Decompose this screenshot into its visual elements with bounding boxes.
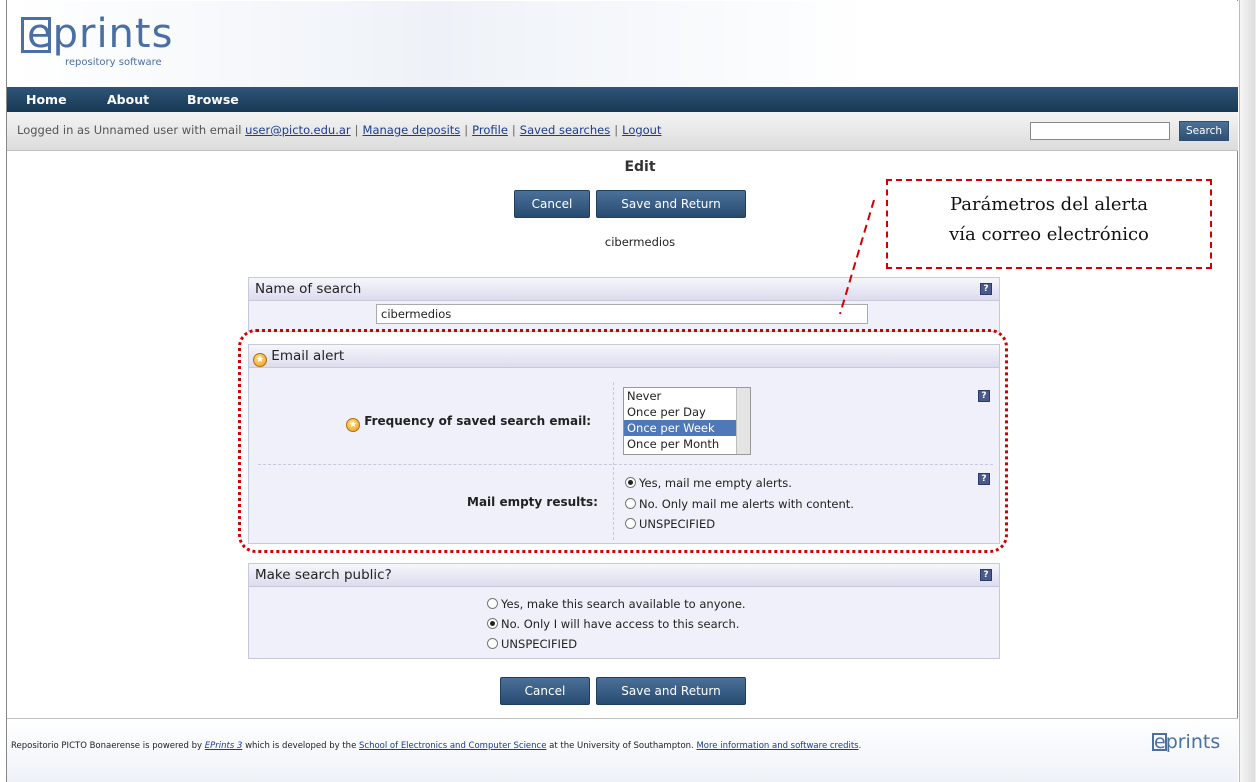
make-public-panel: Make search public? ? [248, 563, 1000, 659]
scrollbar-thumb[interactable] [1240, 0, 1255, 782]
email-alert-highlight [238, 329, 1008, 553]
site-search-input[interactable] [1030, 122, 1170, 140]
annotation-connector [839, 199, 875, 315]
main-nav: Home About Browse [7, 87, 1238, 112]
saved-searches-link[interactable]: Saved searches [520, 123, 610, 137]
site-footer: Repositorio PICTO Bonaerense is powered … [7, 718, 1238, 782]
public-unspecified[interactable]: UNSPECIFIED [487, 637, 577, 651]
logged-in-text: Logged in as Unnamed user with email [17, 123, 242, 137]
manage-deposits-link[interactable]: Manage deposits [363, 123, 461, 137]
name-panel-title: Name of search [255, 281, 362, 297]
annotation-line-2: vía correo electrónico [949, 224, 1149, 245]
help-icon[interactable]: ? [980, 569, 992, 581]
ecs-link[interactable]: School of Electronics and Computer Scien… [359, 741, 546, 751]
logo-subtitle: repository software [65, 57, 162, 68]
eprints-logo[interactable]: eprints repository software [21, 11, 181, 71]
user-links: Logged in as Unnamed user with email use… [17, 123, 662, 137]
public-no[interactable]: No. Only I will have access to this sear… [487, 617, 739, 631]
nav-about[interactable]: About [107, 92, 149, 107]
radio-selected-icon[interactable] [487, 618, 498, 629]
credits-link[interactable]: More information and software credits [696, 741, 858, 751]
page-title: Edit [624, 159, 656, 175]
eprints3-link[interactable]: EPrints 3 [205, 741, 243, 751]
cancel-button-top[interactable]: Cancel [514, 190, 590, 218]
logout-link[interactable]: Logout [622, 123, 661, 137]
save-return-button-bottom[interactable]: Save and Return [596, 677, 746, 705]
footer-text: Repositorio PICTO Bonaerense is powered … [11, 741, 862, 751]
public-yes[interactable]: Yes, make this search available to anyon… [487, 597, 746, 611]
public-panel-header: Make search public? ? [249, 564, 999, 587]
search-name-input[interactable]: cibermedios [376, 304, 868, 324]
public-panel-title: Make search public? [255, 567, 392, 583]
cancel-button-bottom[interactable]: Cancel [500, 677, 590, 705]
record-name: cibermedios [604, 235, 676, 249]
logo-text: eprints [27, 11, 174, 57]
radio-icon[interactable] [487, 598, 498, 609]
footer-eprints-logo[interactable]: eprints [1152, 731, 1220, 753]
radio-icon[interactable] [487, 638, 498, 649]
profile-link[interactable]: Profile [472, 123, 508, 137]
annotation-note: Parámetros del alerta vía correo electró… [886, 179, 1212, 269]
nav-home[interactable]: Home [26, 92, 67, 107]
user-email-link[interactable]: user@picto.edu.ar [245, 123, 351, 137]
site-header: eprints repository software [7, 1, 1238, 87]
nav-browse[interactable]: Browse [187, 92, 239, 107]
annotation-line-1: Parámetros del alerta [949, 194, 1149, 215]
user-bar: Logged in as Unnamed user with email use… [7, 112, 1238, 151]
site-search-button[interactable]: Search [1179, 121, 1229, 141]
save-return-button-top[interactable]: Save and Return [596, 190, 746, 218]
help-icon[interactable]: ? [980, 283, 992, 295]
